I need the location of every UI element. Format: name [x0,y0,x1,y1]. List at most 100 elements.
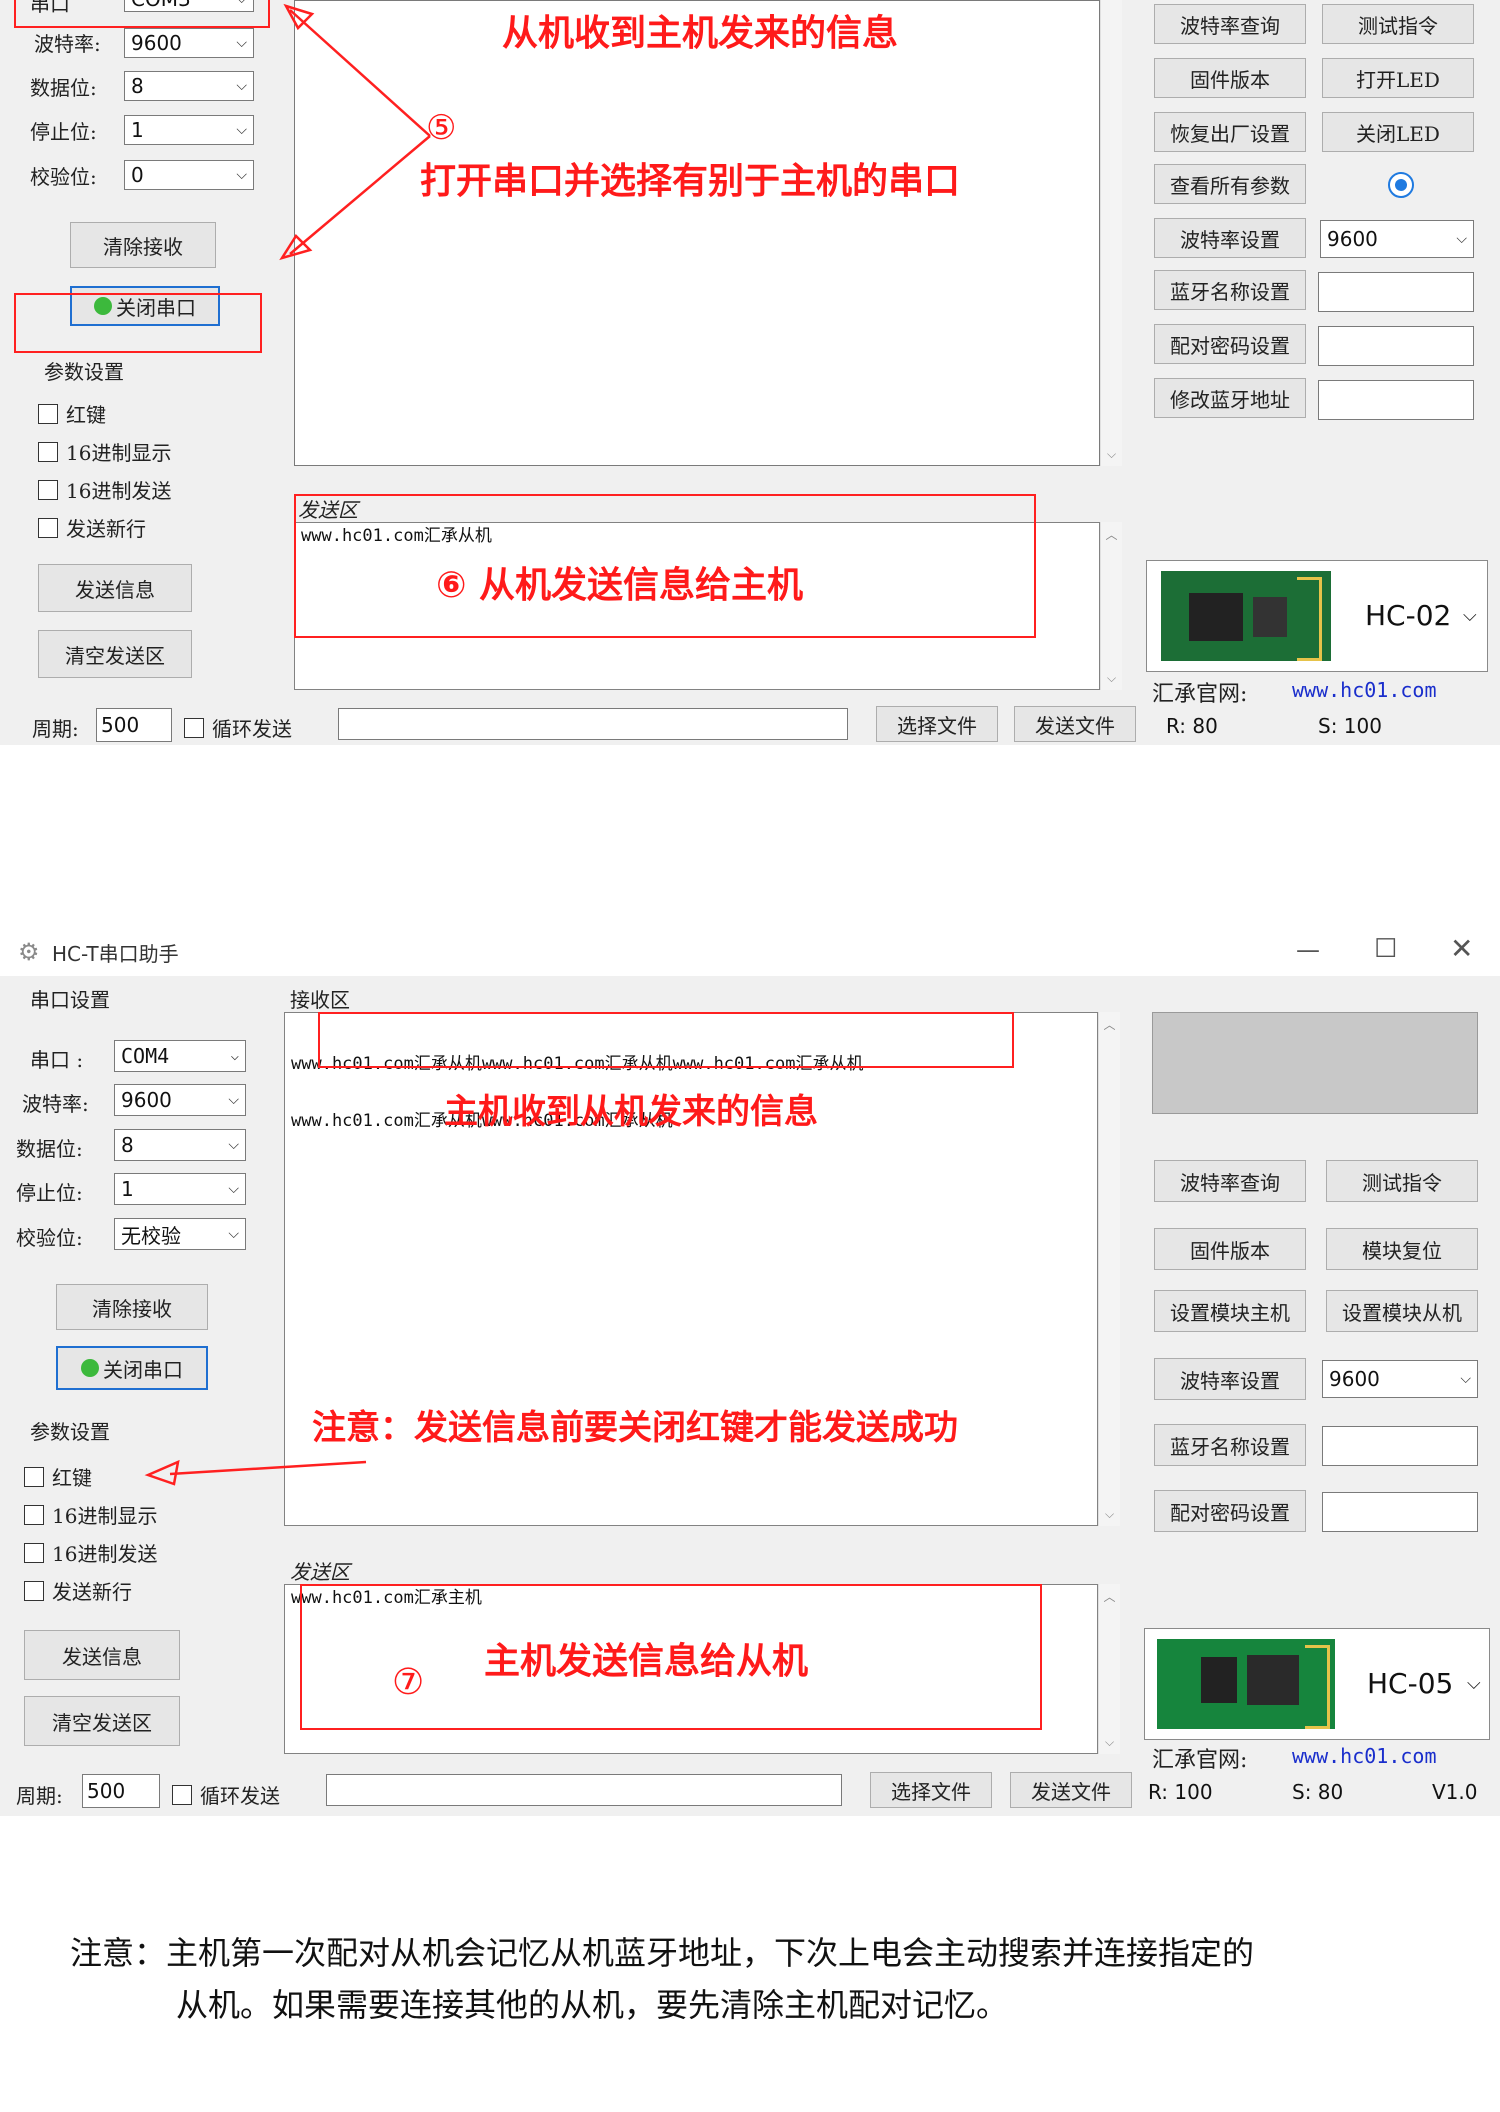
footer-note-line2: 从机。如果需要连接其他的从机，要先清除主机配对记忆。 [176,1986,1009,2024]
baud-select[interactable]: 9600 ⌵ [114,1084,246,1116]
scroll-down-icon: ⌵ [1104,1507,1115,1521]
rx-count: R: 100 [1148,1780,1213,1804]
maximize-icon[interactable]: ☐ [1374,934,1397,964]
baud-set-select[interactable]: 9600 ⌵ [1320,220,1474,258]
pair-pwd-set-button[interactable]: 配对密码设置 [1154,324,1306,364]
scroll-down-icon: ⌵ [1106,671,1117,685]
send-newline-checkbox[interactable]: 发送新行 [38,513,146,542]
factory-reset-button[interactable]: 恢复出厂设置 [1154,112,1306,152]
bt-name-input[interactable] [1318,272,1474,312]
baud-set-button[interactable]: 波特率设置 [1154,1358,1306,1400]
annotation-arrow-red-key [144,1459,367,1486]
chevron-down-icon: ⌵ [1463,605,1477,626]
file-path-field[interactable] [326,1774,842,1806]
gear-icon: ⚙ [18,938,40,966]
title-bar [0,930,1500,976]
period-input[interactable]: 500 [96,708,172,742]
receive-scrollbar[interactable]: ︿ ⌵ [1098,1012,1120,1526]
period-label: 周期: [16,1784,63,1808]
send-info-button[interactable]: 发送信息 [24,1630,180,1680]
send-file-button[interactable]: 发送文件 [1010,1772,1132,1808]
clear-send-button[interactable]: 清空发送区 [24,1696,180,1746]
set-master-button[interactable]: 设置模块主机 [1154,1290,1306,1332]
receive-area-label: 接收区 [290,988,350,1012]
baud-query-button[interactable]: 波特率查询 [1154,4,1306,44]
note-step5: 打开串口并选择有别于主机的串口 [420,161,961,202]
send-newline-checkbox[interactable]: 发送新行 [24,1576,132,1605]
module-reset-button[interactable]: 模块复位 [1326,1228,1478,1270]
send-scrollbar[interactable]: ︿ ⌵ [1098,1584,1120,1754]
tx-count: S: 100 [1318,714,1382,738]
led-off-button[interactable]: 关闭LED [1322,112,1474,152]
red-key-checkbox[interactable]: 红键 [24,1462,92,1491]
hex-send-checkbox[interactable]: 16进制发送 [38,475,171,504]
parity-label: 校验位: [16,1226,83,1250]
baud-query-button[interactable]: 波特率查询 [1154,1160,1306,1202]
data-bits-select[interactable]: 8 ⌵ [114,1129,246,1161]
pair-pwd-input[interactable] [1318,326,1474,366]
set-slave-button[interactable]: 设置模块从机 [1326,1290,1478,1332]
close-port-button[interactable]: 关闭串口 [56,1346,208,1390]
module-select[interactable]: HC-02 ⌵ [1146,560,1488,672]
pair-pwd-input[interactable] [1322,1492,1478,1532]
website-link[interactable]: www.hc01.com [1292,1744,1437,1768]
choose-file-button[interactable]: 选择文件 [870,1772,992,1808]
annotation-close-port-box [14,293,262,353]
bt-name-input[interactable] [1322,1426,1478,1466]
note-step7: 主机发送信息给从机 [484,1641,809,1682]
serial-port-label: 串口 : [30,1048,84,1072]
bt-addr-set-button[interactable]: 修改蓝牙地址 [1154,378,1306,418]
bt-name-set-button[interactable]: 蓝牙名称设置 [1154,270,1306,310]
clear-receive-button[interactable]: 清除接收 [56,1284,208,1330]
firmware-version-button[interactable]: 固件版本 [1154,58,1306,98]
rx-count: R: 80 [1166,714,1218,738]
choose-file-button[interactable]: 选择文件 [876,706,998,742]
data-bits-label: 数据位: [16,1137,83,1161]
send-info-button[interactable]: 发送信息 [38,564,192,612]
website-label: 汇承官网: [1152,1748,1248,1773]
chevron-down-icon: ⌵ [228,1226,239,1242]
footer-note-line1: 注意：主机第一次配对从机会记忆从机蓝牙地址，下次上电会主动搜索并连接指定的 [70,1934,1255,1972]
baud-set-button[interactable]: 波特率设置 [1154,218,1306,258]
test-command-button[interactable]: 测试指令 [1326,1160,1478,1202]
file-path-field[interactable] [338,708,848,740]
firmware-version-button[interactable]: 固件版本 [1154,1228,1306,1270]
view-params-button[interactable]: 查看所有参数 [1154,164,1306,204]
note-warning-red-key: 注意：发送信息前要关闭红键才能发送成功 [312,1408,958,1448]
stop-bits-select[interactable]: 1 ⌵ [114,1173,246,1205]
bt-addr-input[interactable] [1318,380,1474,420]
parity-select[interactable]: 无校验 ⌵ [114,1218,246,1250]
pair-pwd-set-button[interactable]: 配对密码设置 [1154,1490,1306,1532]
test-command-button[interactable]: 测试指令 [1322,4,1474,44]
note-master-received: 主机收到从机发来的信息 [444,1092,818,1132]
version-label: V1.0 [1432,1780,1478,1804]
loop-send-checkbox[interactable]: 循环发送 [184,713,292,742]
hex-display-checkbox[interactable]: 16进制显示 [24,1500,157,1529]
send-scrollbar[interactable]: ︿ ⌵ [1100,522,1122,690]
loop-send-checkbox[interactable]: 循环发送 [172,1780,280,1809]
clear-send-button[interactable]: 清空发送区 [38,630,192,678]
hex-send-checkbox[interactable]: 16进制发送 [24,1538,157,1567]
module-select[interactable]: HC-05 ⌵ [1144,1628,1490,1740]
chevron-down-icon: ⌵ [230,1048,239,1064]
send-file-button[interactable]: 发送文件 [1014,706,1136,742]
close-icon[interactable]: ✕ [1450,932,1473,965]
period-label: 周期: [32,717,79,741]
minimize-icon[interactable]: — [1296,936,1320,964]
window-title: HC-T串口助手 [52,942,179,966]
receive-scrollbar[interactable]: ⌵ [1100,0,1122,466]
serial-port-select[interactable]: COM4 ⌵ [114,1040,246,1072]
send-area-label: 发送区 [290,1560,350,1584]
scroll-down-icon: ⌵ [1106,447,1117,461]
website-link[interactable]: www.hc01.com [1292,678,1437,702]
period-input[interactable]: 500 [82,1774,160,1808]
bt-name-set-button[interactable]: 蓝牙名称设置 [1154,1424,1306,1466]
led-on-button[interactable]: 打开LED [1322,58,1474,98]
baud-label: 波特率: [22,1092,89,1116]
scroll-up-icon: ︿ [1103,1590,1116,1604]
serial-group-label: 串口设置 [30,988,110,1012]
baud-set-select[interactable]: 9600 ⌵ [1322,1360,1478,1398]
red-key-checkbox[interactable]: 红键 [38,399,106,428]
hex-display-checkbox[interactable]: 16进制显示 [38,437,171,466]
scroll-up-icon: ︿ [1103,1018,1116,1032]
